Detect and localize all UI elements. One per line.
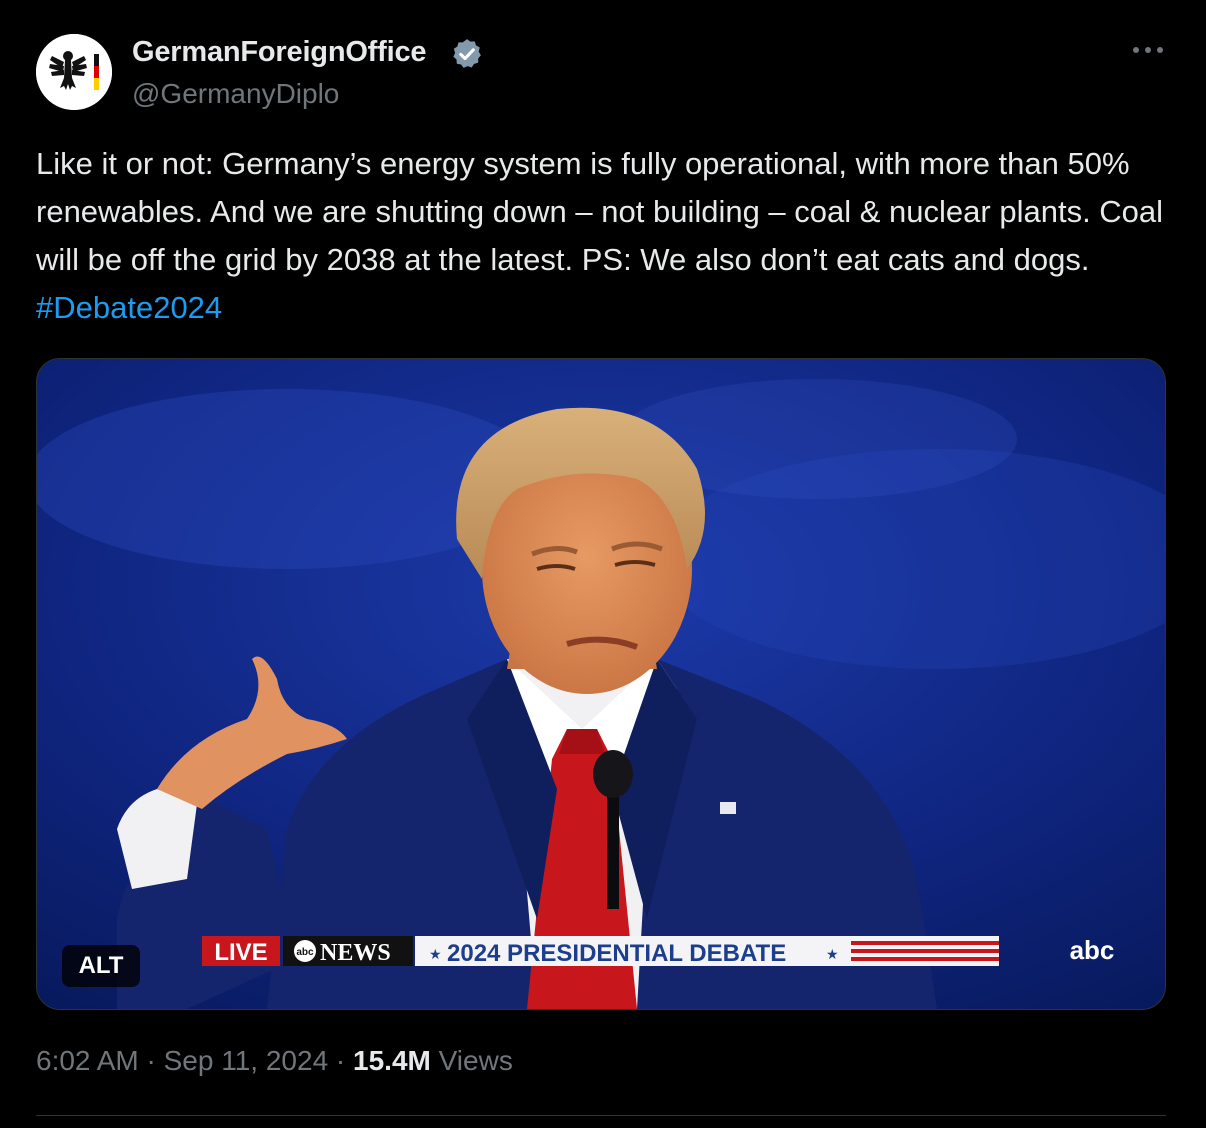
debate-video-frame: LIVE abc NEWS ★ 2024 PRESIDENTIAL DEBATE…: [37, 359, 1165, 1009]
alt-text-button[interactable]: ALT: [62, 945, 140, 987]
news-chyron: LIVE abc NEWS ★ 2024 PRESIDENTIAL DEBATE…: [202, 935, 1114, 967]
hashtag-link[interactable]: #Debate2024: [36, 290, 222, 325]
abc-corner-logo: abc: [1070, 935, 1115, 965]
chyron-star-right: ★: [826, 946, 839, 962]
chyron-live: LIVE: [214, 939, 267, 966]
chyron-star-left: ★: [429, 946, 442, 962]
tweet: GermanForeignOffice @GermanyDiplo Like i…: [0, 0, 1206, 1128]
tweet-media[interactable]: LIVE abc NEWS ★ 2024 PRESIDENTIAL DEBATE…: [36, 358, 1166, 1010]
views-label: Views: [438, 1045, 513, 1076]
avatar[interactable]: [36, 34, 112, 110]
verified-badge-icon: [453, 39, 481, 68]
tweet-time[interactable]: 6:02 AM: [36, 1045, 139, 1076]
chyron-title: 2024 PRESIDENTIAL DEBATE: [447, 940, 786, 967]
meta-separator: ·: [335, 1045, 346, 1076]
views-count: 15.4M: [353, 1045, 431, 1076]
chyron-network: NEWS: [320, 940, 391, 966]
meta-separator: ·: [146, 1045, 156, 1076]
chyron-network-logo: abc: [296, 947, 314, 958]
divider: [36, 1115, 1166, 1116]
tweet-text-main: Like it or not: Germany’s energy system …: [36, 146, 1164, 277]
tweet-meta: 6:02 AM · Sep 11, 2024 · 15.4M Views: [36, 1045, 513, 1077]
tweet-date[interactable]: Sep 11, 2024: [164, 1045, 329, 1076]
federal-eagle-logo: [36, 34, 112, 110]
tweet-text: Like it or not: Germany’s energy system …: [36, 140, 1171, 332]
more-options-icon[interactable]: [1130, 38, 1166, 62]
handle[interactable]: @GermanyDiplo: [132, 78, 339, 110]
display-name[interactable]: GermanForeignOffice: [132, 36, 427, 69]
